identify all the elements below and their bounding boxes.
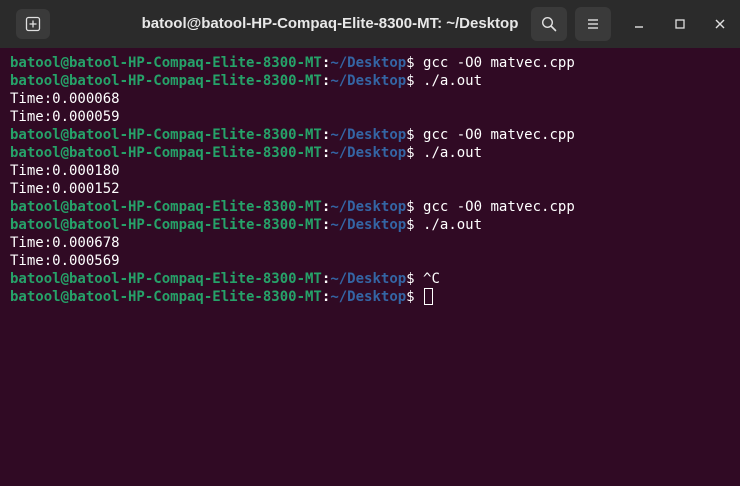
prompt-dollar: $ [406,271,415,287]
search-button[interactable] [531,7,567,41]
output-text: Time:0.000059 [10,109,120,125]
prompt-line: batool@batool-HP-Compaq-Elite-8300-MT:~/… [10,54,740,72]
close-button[interactable] [708,12,732,36]
prompt-line: batool@batool-HP-Compaq-Elite-8300-MT:~/… [10,270,740,288]
prompt-path: ~/Desktop [330,289,407,305]
prompt-line: batool@batool-HP-Compaq-Elite-8300-MT:~/… [10,126,740,144]
output-line: Time:0.000152 [10,180,740,198]
prompt-dollar: $ [406,73,415,89]
minimize-button[interactable] [627,12,651,36]
new-tab-button[interactable] [16,9,50,39]
command-text [415,289,423,305]
text-cursor [424,288,434,305]
output-line: Time:0.000678 [10,234,740,252]
command-text: gcc -O0 matvec.cpp [414,55,575,71]
prompt-user-host: batool@batool-HP-Compaq-Elite-8300-MT [10,199,322,215]
prompt-line: batool@batool-HP-Compaq-Elite-8300-MT:~/… [10,72,740,90]
search-icon [541,16,557,32]
prompt-dollar: $ [406,199,415,215]
prompt-user-host: batool@batool-HP-Compaq-Elite-8300-MT [10,271,322,287]
prompt-path: ~/Desktop [330,199,407,215]
prompt-dollar: $ [406,55,415,71]
output-text: Time:0.000569 [10,253,120,269]
menu-button[interactable] [575,7,611,41]
prompt-user-host: batool@batool-HP-Compaq-Elite-8300-MT [10,145,322,161]
prompt-line: batool@batool-HP-Compaq-Elite-8300-MT:~/… [10,216,740,234]
maximize-icon [675,19,685,29]
prompt-path: ~/Desktop [330,127,407,143]
command-text: ./a.out [414,217,483,233]
prompt-dollar: $ [406,217,415,233]
terminal-window: batool@batool-HP-Compaq-Elite-8300-MT: ~… [0,0,740,486]
command-text: ^C [414,271,440,287]
prompt-user-host: batool@batool-HP-Compaq-Elite-8300-MT [10,289,322,305]
prompt-dollar: $ [406,127,415,143]
command-text: ./a.out [414,145,483,161]
terminal-output[interactable]: batool@batool-HP-Compaq-Elite-8300-MT:~/… [0,48,740,486]
command-text: gcc -O0 matvec.cpp [414,127,575,143]
prompt-path: ~/Desktop [330,217,407,233]
prompt-path: ~/Desktop [330,73,407,89]
prompt-user-host: batool@batool-HP-Compaq-Elite-8300-MT [10,55,322,71]
prompt-dollar: $ [406,289,415,305]
prompt-dollar: $ [406,145,415,161]
hamburger-menu-icon [588,19,598,29]
command-text: ./a.out [414,73,483,89]
prompt-user-host: batool@batool-HP-Compaq-Elite-8300-MT [10,73,322,89]
output-line: Time:0.000569 [10,252,740,270]
prompt-user-host: batool@batool-HP-Compaq-Elite-8300-MT [10,127,322,143]
close-icon [715,19,725,29]
minimize-icon [635,26,643,28]
output-line: Time:0.000059 [10,108,740,126]
output-text: Time:0.000678 [10,235,120,251]
output-text: Time:0.000068 [10,91,120,107]
prompt-path: ~/Desktop [330,271,407,287]
window-title: batool@batool-HP-Compaq-Elite-8300-MT: ~… [141,15,519,32]
prompt-user-host: batool@batool-HP-Compaq-Elite-8300-MT [10,217,322,233]
prompt-line: batool@batool-HP-Compaq-Elite-8300-MT:~/… [10,288,740,306]
prompt-line: batool@batool-HP-Compaq-Elite-8300-MT:~/… [10,144,740,162]
new-tab-icon [25,16,41,32]
prompt-path: ~/Desktop [330,145,407,161]
maximize-button[interactable] [668,12,692,36]
output-text: Time:0.000180 [10,163,120,179]
prompt-path: ~/Desktop [330,55,407,71]
output-line: Time:0.000180 [10,162,740,180]
command-text: gcc -O0 matvec.cpp [414,199,575,215]
title-bar[interactable]: batool@batool-HP-Compaq-Elite-8300-MT: ~… [0,0,740,49]
prompt-line: batool@batool-HP-Compaq-Elite-8300-MT:~/… [10,198,740,216]
output-line: Time:0.000068 [10,90,740,108]
output-text: Time:0.000152 [10,181,120,197]
